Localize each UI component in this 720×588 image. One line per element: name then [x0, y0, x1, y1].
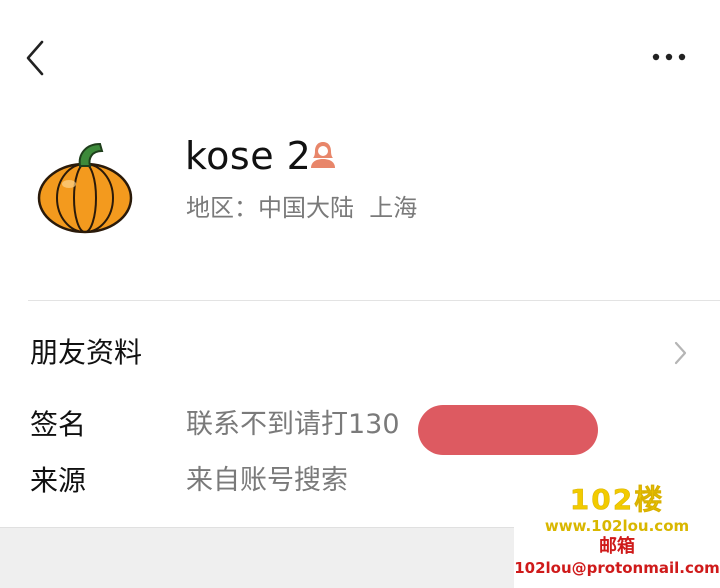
signature-label: 签名 [30, 408, 87, 441]
chevron-left-icon [26, 40, 44, 76]
redaction-mark [418, 405, 598, 455]
back-button[interactable] [18, 36, 54, 80]
watermark-mail-title: 邮箱 [599, 536, 635, 557]
friend-info-label: 朋友资料 [30, 336, 143, 369]
ellipsis-icon [652, 53, 686, 61]
friend-info-item[interactable]: 朋友资料 [0, 318, 720, 388]
more-button[interactable] [646, 42, 694, 72]
female-user-icon [309, 140, 337, 170]
source-value: 来自账号搜索 [186, 465, 348, 496]
watermark-url: www.102lou.com [544, 517, 690, 535]
section-divider [28, 300, 720, 301]
chevron-right-icon [674, 341, 687, 365]
region-text: 地区：中国大陆 上海 [186, 194, 418, 222]
signature-value: 联系不到请打130 [186, 409, 400, 440]
nickname: kose 2 [185, 134, 312, 178]
watermark: 102楼 www.102lou.com 邮箱 102lou@protonmail… [514, 483, 720, 588]
watermark-logo: 102楼 [569, 483, 665, 516]
avatar[interactable] [34, 136, 136, 238]
pumpkin-avatar [37, 142, 133, 234]
watermark-mail: 102lou@protonmail.com [514, 559, 720, 577]
source-label: 来源 [30, 464, 87, 497]
